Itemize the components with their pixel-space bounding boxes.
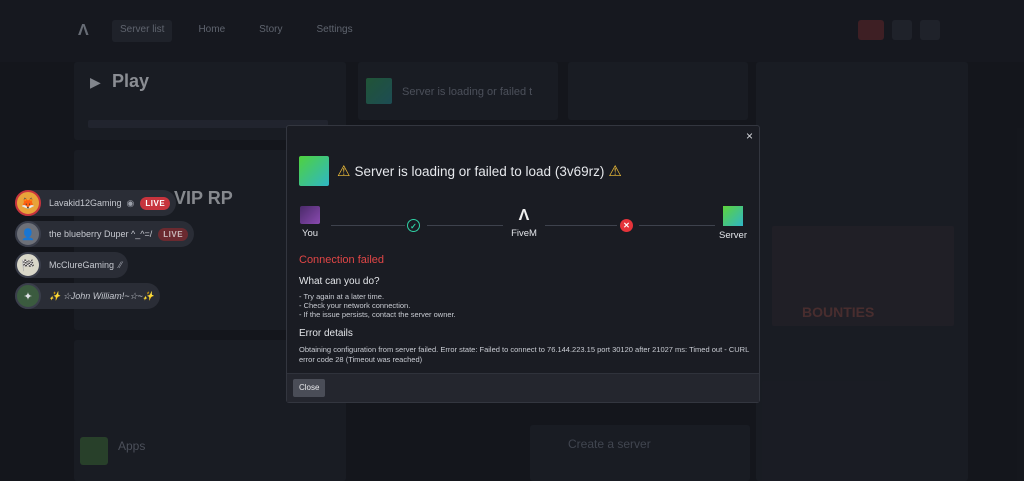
connection-modal: × ⚠ Server is loading or failed to load … (286, 125, 760, 403)
stream-item[interactable]: 🦊 Lavakid12Gaming ◉ LIVE (15, 190, 177, 216)
path-line (427, 225, 503, 226)
stream-item[interactable]: 👤 the blueberry Duper ^_^=/ LIVE (15, 221, 195, 247)
server-icon (723, 206, 743, 226)
tip-item: - If the issue persists, contact the ser… (299, 310, 456, 319)
connection-path: You ✓ Λ FiveM ✕ Server (287, 206, 761, 250)
live-badge: LIVE (158, 227, 189, 241)
close-icon[interactable]: × (746, 129, 753, 143)
avatar: 🦊 (15, 190, 41, 216)
node-you: You (299, 206, 321, 239)
eye-icon: ◉ (126, 197, 135, 208)
path-line (545, 225, 617, 226)
warning-icon: ⚠ (608, 163, 622, 180)
error-title: Connection failed (299, 254, 385, 266)
check-icon: ✓ (407, 219, 420, 232)
close-button[interactable]: Close (293, 379, 326, 397)
avatar: 👤 (15, 221, 41, 247)
user-avatar (300, 206, 320, 224)
app-window: Λ Server list Home Story Settings ▶ Play… (0, 0, 1024, 481)
tip-item: - Check your network connection. (299, 301, 411, 310)
what-heading: What can you do? (299, 276, 380, 287)
modal-header: ⚠ Server is loading or failed to load (3… (299, 156, 622, 186)
avatar: 🏁 (15, 252, 41, 278)
stream-item[interactable]: 🏁 McClureGaming ⁄⁄ (15, 252, 129, 278)
stream-item[interactable]: ✦ ✨ ☆John William!~☆~✨ (15, 283, 160, 309)
slash-icon: ⁄⁄ (119, 260, 123, 270)
live-badge: LIVE (140, 196, 171, 210)
fivem-label: FiveM (511, 228, 537, 239)
stream-list: 🦊 Lavakid12Gaming ◉ LIVE 👤 the blueberry… (15, 190, 195, 309)
warning-icon: ⚠ (337, 163, 351, 180)
avatar: ✦ (15, 283, 41, 309)
stream-name: McClureGaming (49, 260, 115, 270)
fail-icon: ✕ (620, 219, 633, 232)
path-line (639, 225, 715, 226)
modal-title: Server is loading or failed to load (3v6… (354, 163, 605, 179)
error-details-heading: Error details (299, 328, 353, 339)
tips-list: - Try again at a later time. - Check you… (299, 292, 456, 319)
you-label: You (301, 228, 319, 239)
node-fivem: Λ FiveM (507, 207, 541, 240)
node-server: Server (719, 206, 747, 241)
server-label: Server (719, 230, 747, 241)
stream-name: Lavakid12Gaming (49, 198, 122, 208)
stream-name: ✨ ☆John William!~☆~✨ (49, 290, 154, 301)
error-details-text: Obtaining configuration from server fail… (299, 345, 749, 364)
stream-name: the blueberry Duper ^_^=/ (49, 229, 153, 239)
fivem-icon: Λ (518, 207, 530, 224)
path-line (331, 225, 405, 226)
tip-item: - Try again at a later time. (299, 292, 385, 301)
server-logo (299, 156, 329, 186)
modal-footer: Close (287, 373, 759, 402)
